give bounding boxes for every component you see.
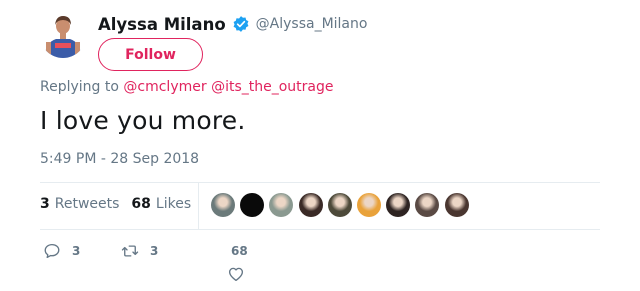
reply-count: 3	[72, 244, 81, 258]
liker-avatar[interactable]	[444, 193, 469, 217]
author-display-name[interactable]: Alyssa Milano	[98, 15, 226, 34]
liker-avatar[interactable]	[211, 193, 235, 217]
reply-icon	[44, 243, 60, 259]
divider	[40, 229, 600, 230]
reply-button[interactable]: 3	[43, 242, 80, 260]
author-avatar-image	[40, 12, 86, 58]
author-handle[interactable]: @Alyssa_Milano	[256, 16, 368, 32]
liker-avatar[interactable]	[298, 193, 323, 217]
likes-count: 68	[131, 196, 151, 212]
liker-avatar[interactable]	[269, 193, 294, 217]
liker-avatar[interactable]	[356, 193, 381, 217]
stats-separator	[198, 183, 199, 229]
like-button[interactable]	[227, 265, 245, 283]
likes-label: Likes	[155, 196, 192, 212]
tweet-timestamp[interactable]: 5:49 PM - 28 Sep 2018	[40, 151, 199, 167]
divider	[40, 182, 600, 183]
liker-avatar[interactable]	[240, 193, 265, 217]
tweet-text: I love you more.	[40, 106, 246, 135]
liker-avatar[interactable]	[327, 193, 352, 217]
likes-stat[interactable]: 68 Likes	[131, 196, 191, 212]
liker-avatar[interactable]	[415, 193, 440, 217]
retweets-count: 3	[40, 196, 50, 212]
author-header[interactable]: Alyssa Milano @Alyssa_Milano	[98, 12, 367, 36]
follow-button[interactable]: Follow	[98, 38, 203, 71]
like-count: 68	[231, 244, 248, 258]
verified-badge-icon	[232, 15, 250, 33]
reply-context-prefix: Replying to	[40, 79, 119, 95]
liker-avatars	[211, 193, 474, 217]
retweets-label: Retweets	[54, 196, 120, 212]
reply-context: Replying to @cmclymer @its_the_outrage	[40, 79, 333, 95]
retweet-icon	[121, 245, 139, 257]
tweet-stats: 3 Retweets 68 Likes	[40, 196, 203, 212]
tweet-actions: 3 3 68	[40, 240, 600, 285]
author-avatar[interactable]	[40, 12, 86, 58]
mention-link-its-the-outrage[interactable]: @its_the_outrage	[211, 79, 333, 95]
mention-link-cmclymer[interactable]: @cmclymer	[123, 79, 206, 95]
liker-avatar[interactable]	[386, 193, 411, 217]
retweet-button[interactable]: 3	[121, 242, 158, 260]
retweets-stat[interactable]: 3 Retweets	[40, 196, 119, 212]
retweet-count: 3	[150, 244, 159, 258]
heart-icon	[228, 267, 244, 282]
